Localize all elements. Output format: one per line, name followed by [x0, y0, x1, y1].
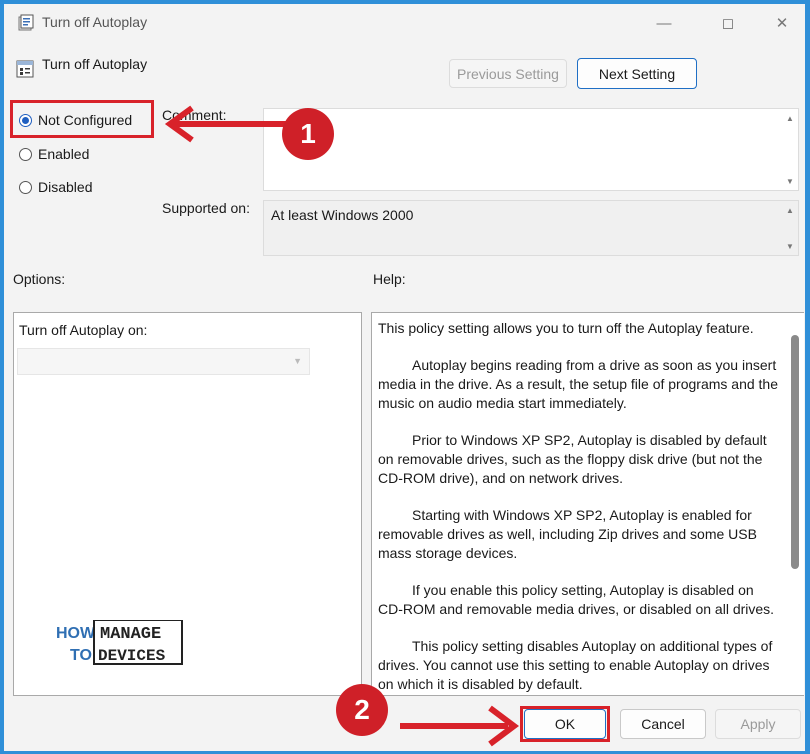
radio-unchecked-icon: [19, 147, 32, 161]
radio-label: Disabled: [38, 179, 93, 195]
logo-text: TO: [70, 647, 92, 664]
help-paragraph: Prior to Windows XP SP2, Autoplay is dis…: [378, 432, 767, 486]
close-icon[interactable]: ✕: [762, 10, 802, 36]
comment-scrollbar[interactable]: ▲ ▼: [782, 109, 798, 190]
radio-enabled[interactable]: Enabled: [19, 146, 89, 162]
help-paragraph: This policy setting allows you to turn o…: [378, 320, 754, 336]
help-scrollbar[interactable]: [788, 313, 804, 695]
logo-text: DEVICES: [98, 647, 166, 665]
minimize-icon[interactable]: —: [644, 10, 684, 36]
dialog-window: Turn off Autoplay — ◻ ✕ Turn off Autopla…: [4, 4, 805, 751]
step-2-badge: 2: [336, 684, 388, 736]
logo-text: MANAGE: [100, 625, 161, 644]
supported-on-value: At least Windows 2000: [271, 207, 414, 223]
autoplay-drives-dropdown[interactable]: ▼: [17, 348, 310, 375]
policy-title: Turn off Autoplay: [42, 56, 148, 72]
scroll-down-icon[interactable]: ▼: [782, 174, 798, 188]
policy-setting-icon: [16, 60, 34, 78]
radio-label: Enabled: [38, 146, 90, 162]
policy-app-icon: [18, 14, 36, 32]
supported-on-label: Supported on:: [162, 200, 250, 216]
cancel-button[interactable]: Cancel: [620, 709, 706, 739]
chevron-down-icon: ▼: [293, 356, 302, 366]
help-paragraph: This policy setting disables Autoplay on…: [378, 638, 773, 692]
next-setting-button[interactable]: Next Setting: [577, 58, 697, 89]
help-paragraph: Autoplay begins reading from a drive as …: [378, 357, 778, 411]
scrollbar-thumb[interactable]: [791, 335, 799, 569]
window-title: Turn off Autoplay: [42, 14, 148, 30]
help-panel: This policy setting allows you to turn o…: [371, 312, 804, 696]
autoplay-on-label: Turn off Autoplay on:: [19, 322, 148, 338]
radio-disabled[interactable]: Disabled: [19, 179, 92, 195]
scroll-up-icon[interactable]: ▲: [782, 111, 798, 125]
scroll-up-icon[interactable]: ▲: [782, 203, 798, 217]
comment-field[interactable]: ▲ ▼: [263, 108, 799, 191]
step-1-badge: 1: [282, 108, 334, 160]
radio-unchecked-icon: [19, 180, 32, 194]
help-text: This policy setting allows you to turn o…: [378, 319, 782, 712]
help-paragraph: If you enable this policy setting, Autop…: [378, 582, 775, 617]
logo-text: HOW: [56, 625, 96, 642]
maximize-icon[interactable]: ◻: [708, 10, 748, 36]
highlight-box-not-configured: [10, 100, 154, 138]
previous-setting-button[interactable]: Previous Setting: [449, 59, 567, 88]
options-heading: Options:: [13, 271, 66, 287]
help-heading: Help:: [373, 271, 406, 287]
scroll-down-icon[interactable]: ▼: [782, 239, 798, 253]
highlight-box-ok: [520, 706, 610, 742]
apply-button[interactable]: Apply: [715, 709, 801, 739]
arrow-right-icon: [400, 705, 519, 747]
help-paragraph: Starting with Windows XP SP2, Autoplay i…: [378, 507, 757, 561]
howtomanagedevices-logo: HOW TO MANAGE DEVICES: [56, 619, 186, 666]
supported-scrollbar[interactable]: ▲ ▼: [782, 201, 798, 255]
arrow-left-icon: [164, 105, 288, 143]
supported-on-field: At least Windows 2000 ▲ ▼: [263, 200, 799, 256]
